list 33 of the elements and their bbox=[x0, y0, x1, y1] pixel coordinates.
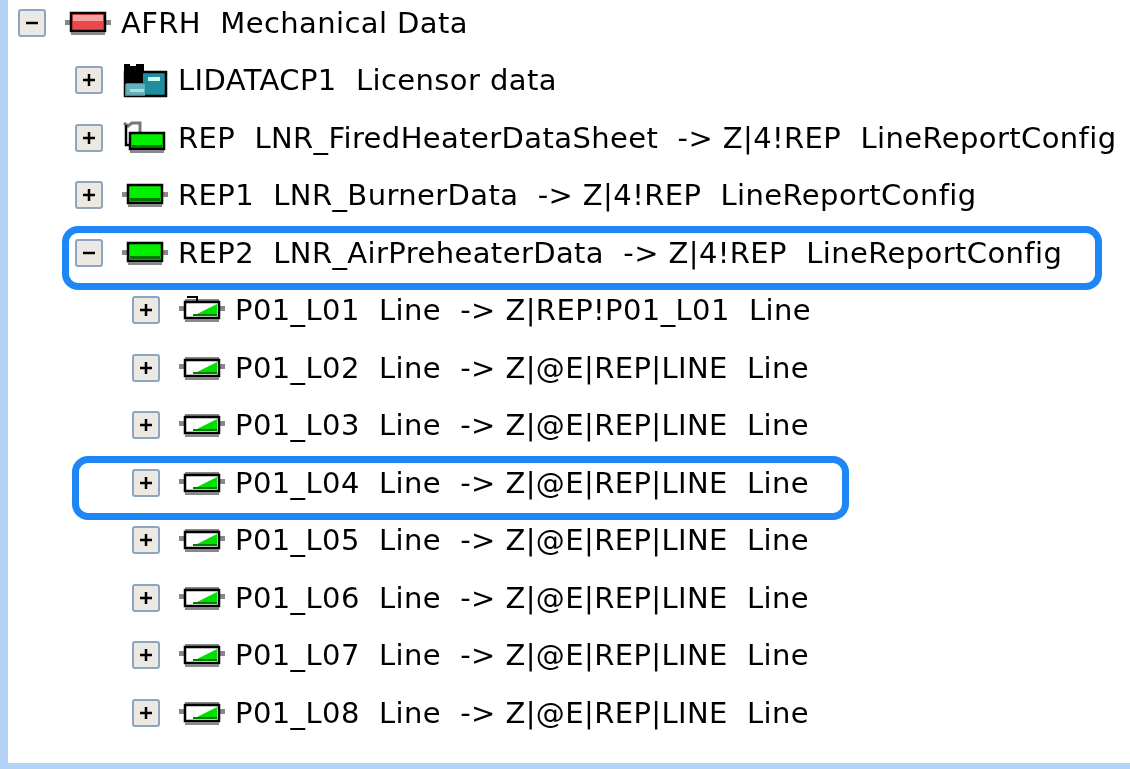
expand-toggle[interactable] bbox=[132, 641, 160, 670]
tree-item-label[interactable]: P01_L03 Line -> Z|@E|REP|LINE Line bbox=[235, 408, 810, 443]
expand-toggle[interactable] bbox=[132, 583, 160, 612]
line-icon bbox=[179, 641, 225, 670]
folder-icon bbox=[122, 62, 168, 99]
line-icon bbox=[179, 411, 225, 440]
expand-toggle[interactable] bbox=[18, 8, 46, 37]
expand-toggle[interactable] bbox=[75, 123, 103, 152]
tree-item-label[interactable]: LIDATACP1 Licensor data bbox=[178, 63, 557, 98]
expand-toggle[interactable] bbox=[132, 468, 160, 497]
line-icon bbox=[179, 526, 225, 555]
tree-item-label[interactable]: P01_L06 Line -> Z|@E|REP|LINE Line bbox=[235, 580, 810, 615]
tray-icon bbox=[122, 120, 168, 155]
expand-toggle[interactable] bbox=[132, 296, 160, 325]
tree-item-label[interactable]: REP2 LNR_AirPreheaterData -> Z|4!REP LineReportConfig bbox=[178, 235, 1063, 270]
tree-item-label[interactable]: REP1 LNR_BurnerData -> Z|4!REP LineReportConfig bbox=[178, 178, 977, 213]
tree-item-label[interactable]: P01_L02 Line -> Z|@E|REP|LINE Line bbox=[235, 350, 810, 385]
line-icon bbox=[179, 296, 225, 325]
expand-toggle[interactable] bbox=[132, 698, 160, 727]
tree-item-label[interactable]: P01_L05 Line -> Z|@E|REP|LINE Line bbox=[235, 523, 810, 558]
tree-item-label[interactable]: P01_L08 Line -> Z|@E|REP|LINE Line bbox=[235, 695, 810, 730]
tree-item-label[interactable]: P01_L07 Line -> Z|@E|REP|LINE Line bbox=[235, 638, 810, 673]
expand-toggle[interactable] bbox=[132, 526, 160, 555]
expand-toggle[interactable] bbox=[75, 181, 103, 210]
expand-toggle[interactable] bbox=[132, 411, 160, 440]
tree-item-label[interactable]: P01_L01 Line -> Z|REP!P01_L01 Line bbox=[235, 293, 812, 328]
expand-toggle[interactable] bbox=[75, 66, 103, 95]
expand-toggle[interactable] bbox=[132, 353, 160, 382]
tree-item-label[interactable]: REP LNR_FiredHeaterDataSheet -> Z|4!REP LineReportConfig bbox=[178, 120, 1117, 155]
expand-toggle[interactable] bbox=[75, 238, 103, 267]
tree-item-label[interactable]: AFRH Mechanical Data bbox=[121, 5, 468, 40]
tree-item-label[interactable]: P01_L04 Line -> Z|@E|REP|LINE Line bbox=[235, 465, 810, 500]
plate-icon bbox=[122, 181, 168, 210]
